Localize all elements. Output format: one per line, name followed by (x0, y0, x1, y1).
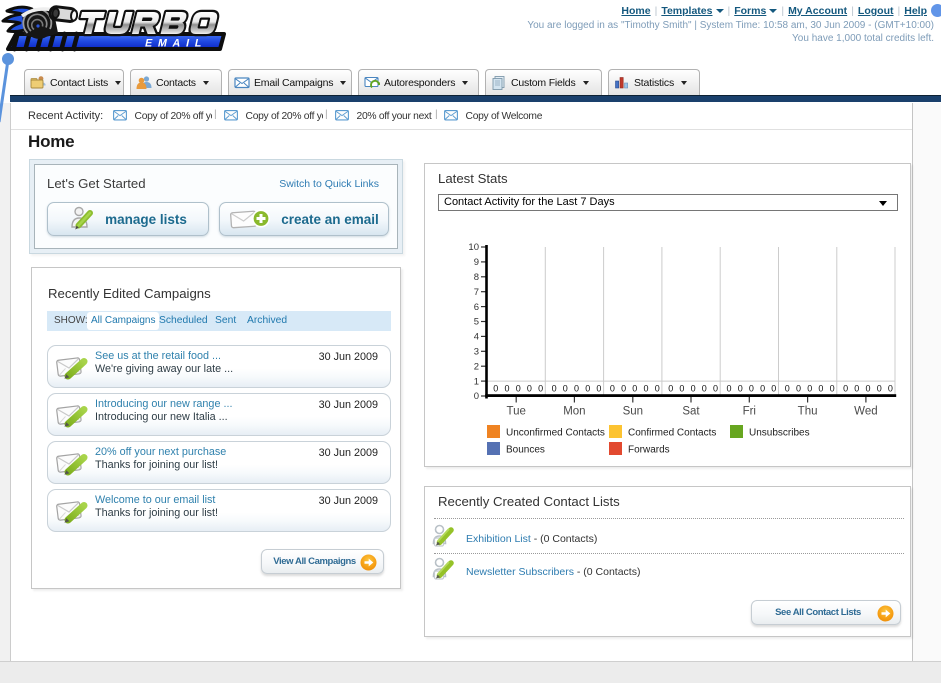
svg-text:0: 0 (552, 384, 557, 394)
svg-text:0: 0 (749, 384, 754, 394)
svg-text:0: 0 (632, 384, 637, 394)
svg-text:Fri: Fri (743, 406, 756, 418)
svg-text:0: 0 (493, 384, 498, 394)
svg-text:0: 0 (516, 384, 521, 394)
svg-text:Thu: Thu (798, 406, 818, 418)
svg-text:0: 0 (643, 384, 648, 394)
svg-text:Mon: Mon (563, 406, 585, 418)
svg-text:Sun: Sun (623, 406, 643, 418)
svg-text:0: 0 (854, 384, 859, 394)
svg-text:0: 0 (596, 384, 601, 394)
svg-text:2: 2 (474, 361, 479, 372)
svg-text:5: 5 (474, 317, 479, 328)
svg-text:0: 0 (760, 384, 765, 394)
svg-text:Wed: Wed (854, 406, 877, 418)
svg-text:8: 8 (474, 272, 479, 283)
svg-text:EMAIL: EMAIL (144, 38, 209, 50)
svg-text:0: 0 (771, 384, 776, 394)
svg-text:0: 0 (574, 384, 579, 394)
svg-text:1: 1 (474, 376, 479, 387)
svg-text:7: 7 (474, 287, 479, 298)
svg-text:Unsubscribes: Unsubscribes (749, 428, 810, 439)
svg-text:0: 0 (668, 384, 673, 394)
svg-text:0: 0 (865, 384, 870, 394)
svg-text:0: 0 (726, 384, 731, 394)
svg-text:0: 0 (785, 384, 790, 394)
svg-text:0: 0 (538, 384, 543, 394)
svg-text:0: 0 (655, 384, 660, 394)
svg-text:3: 3 (474, 347, 479, 358)
svg-text:0: 0 (843, 384, 848, 394)
svg-text:0: 0 (830, 384, 835, 394)
svg-text:4: 4 (474, 332, 479, 343)
svg-text:0: 0 (888, 384, 893, 394)
svg-text:0: 0 (818, 384, 823, 394)
svg-text:Tue: Tue (507, 406, 526, 418)
svg-text:0: 0 (474, 391, 479, 402)
svg-text:0: 0 (679, 384, 684, 394)
svg-text:Bounces: Bounces (506, 445, 545, 456)
svg-text:0: 0 (691, 384, 696, 394)
svg-text:0: 0 (504, 384, 509, 394)
svg-text:0: 0 (527, 384, 532, 394)
svg-text:0: 0 (585, 384, 590, 394)
svg-text:9: 9 (474, 257, 479, 268)
svg-text:0: 0 (702, 384, 707, 394)
svg-text:10: 10 (468, 242, 479, 253)
svg-text:Unconfirmed Contacts: Unconfirmed Contacts (506, 428, 605, 439)
svg-text:0: 0 (563, 384, 568, 394)
svg-text:0: 0 (610, 384, 615, 394)
svg-text:0: 0 (738, 384, 743, 394)
svg-text:6: 6 (474, 302, 479, 313)
svg-text:0: 0 (621, 384, 626, 394)
svg-text:Sat: Sat (682, 406, 700, 418)
svg-text:0: 0 (713, 384, 718, 394)
svg-text:0: 0 (796, 384, 801, 394)
svg-text:Forwards: Forwards (628, 445, 670, 456)
svg-text:0: 0 (807, 384, 812, 394)
svg-text:Confirmed Contacts: Confirmed Contacts (628, 428, 716, 439)
svg-text:0: 0 (877, 384, 882, 394)
